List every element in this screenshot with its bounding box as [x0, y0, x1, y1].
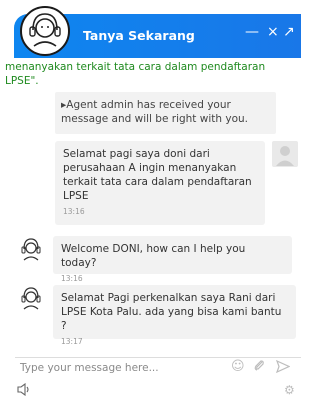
agent-headset-avatar-icon [20, 6, 70, 56]
emoji-icon[interactable]: ☺ [231, 359, 245, 374]
message-time: 13:17 [61, 337, 83, 346]
attach-icon[interactable] [253, 359, 266, 376]
message-text: Welcome DONI, how can I help you today? [61, 243, 246, 269]
speaker-icon[interactable] [17, 382, 31, 400]
close-button[interactable]: × [267, 24, 279, 40]
chat-title: Tanya Sekarang [83, 28, 195, 43]
previous-message-tail: menanyakan terkait tata cara dalam penda… [5, 61, 266, 87]
minimize-button[interactable]: — [245, 24, 259, 40]
agent-avatar-icon [18, 236, 44, 262]
agent-message-bubble: Welcome DONI, how can I help you today? … [53, 236, 292, 283]
user-message-bubble: Selamat pagi saya doni dari perusahaan A… [55, 141, 265, 225]
message-time: 13:16 [61, 274, 83, 283]
message-time: 13:16 [63, 207, 85, 216]
message-text: Selamat Pagi perkenalkan saya Rani dari … [61, 292, 282, 332]
message-text: Selamat pagi saya doni dari perusahaan A… [63, 148, 252, 202]
user-avatar-icon [272, 141, 298, 167]
settings-icon[interactable]: ⚙ [284, 383, 295, 397]
agent-message-bubble: Selamat Pagi perkenalkan saya Rani dari … [53, 285, 296, 346]
system-message: ▸Agent admin has received your message a… [55, 92, 276, 134]
expand-button[interactable]: ↗ [283, 24, 295, 40]
agent-avatar-icon [18, 285, 44, 311]
message-input[interactable]: Type your message here... [20, 362, 159, 374]
send-icon[interactable] [275, 359, 291, 377]
